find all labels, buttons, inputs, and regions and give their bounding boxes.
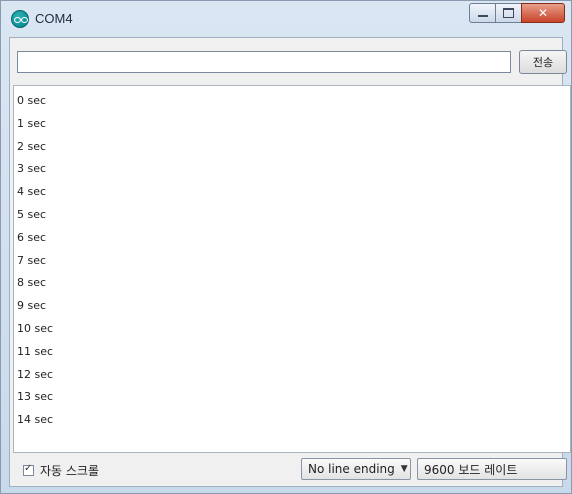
output-line: 3 sec [17,162,47,176]
output-line: 13 sec [17,390,54,404]
close-button[interactable]: ✕ [521,3,565,23]
serial-output[interactable]: 0 sec 1 sec 2 sec 3 sec 4 sec 5 sec 6 sec 7 sec… [13,85,571,453]
title-bar[interactable]: COM4 ✕ [1,1,571,37]
output-line: 14 sec [17,413,54,427]
autoscroll-toggle[interactable]: 자동 스크롤 [23,462,99,479]
send-input[interactable] [17,51,511,73]
line-ending-select[interactable]: No line ending ▼ [301,458,411,480]
autoscroll-label: 자동 스크롤 [40,464,100,478]
output-line: 6 sec [17,230,47,244]
window-title: COM4 [35,11,73,26]
output-line: 5 sec [17,207,47,221]
baud-rate-select[interactable]: 9600 보드 레이트 [417,458,567,480]
output-line: 8 sec [17,276,47,290]
send-row: 전송 [13,46,571,76]
output-line: 7 sec [17,253,47,267]
maximize-icon [503,8,514,18]
status-bar: 자동 스크롤 No line ending ▼ 9600 보드 레이트 [13,454,571,484]
arduino-icon [11,10,29,28]
output-line: 1 sec [17,116,47,130]
autoscroll-checkbox[interactable] [23,463,34,476]
baud-rate-value: 9600 보드 레이트 [424,462,518,477]
output-line: 9 sec [17,299,47,313]
output-line: 10 sec [17,321,54,335]
close-icon: ✕ [537,6,549,20]
serial-monitor-window: COM4 ✕ 전송 0 sec 1 sec 2 sec 3 sec 4 sec 5 sec… [0,0,572,494]
output-line: 0 sec [17,94,47,107]
maximize-button[interactable] [495,3,521,23]
minimize-icon [477,15,488,17]
chevron-down-icon: ▼ [400,464,408,474]
output-line: 11 sec [17,344,54,358]
minimize-button[interactable] [469,3,495,23]
output-line: 12 sec [17,367,54,381]
send-button[interactable]: 전송 [519,50,567,74]
window-controls: ✕ [469,3,565,25]
output-line: 4 sec [17,185,47,199]
line-ending-value: No line ending [308,462,395,476]
output-line: 2 sec [17,139,47,153]
